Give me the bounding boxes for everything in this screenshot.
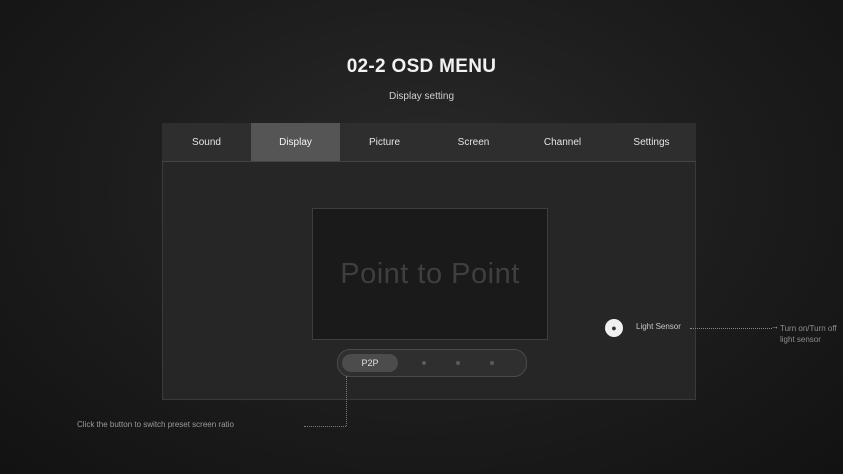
ratio-option-p2p[interactable]: P2P [342, 354, 398, 372]
light-sensor-toggle-icon[interactable]: ● [605, 319, 623, 337]
osd-subtitle: Display setting [388, 91, 455, 102]
ratio-option-dot[interactable] [490, 361, 494, 365]
light-sensor-annotation: Turn on/Turn off light sensor [780, 324, 837, 344]
tab-display[interactable]: Display [251, 123, 340, 161]
ratio-button-annotation: Click the button to switch preset screen… [77, 420, 234, 429]
ratio-option-dot[interactable] [456, 361, 460, 365]
ratio-option-dot[interactable] [422, 361, 426, 365]
osd-title: 02-2 OSD MENU [346, 56, 497, 77]
annotation-leader-line [690, 328, 772, 329]
tab-channel[interactable]: Channel [518, 123, 607, 161]
preview-label: Point to Point [340, 257, 520, 290]
tab-bar: Sound Display Picture Screen Channel Set… [162, 123, 696, 162]
tab-picture[interactable]: Picture [340, 123, 429, 161]
light-sensor-label: Light Sensor [636, 322, 681, 331]
annotation-arrow-icon: → [771, 322, 779, 331]
tab-sound[interactable]: Sound [162, 123, 251, 161]
screen-ratio-preview: Point to Point [312, 208, 548, 340]
annotation-leader-line [346, 376, 347, 426]
annotation-leader-line [304, 426, 346, 427]
screen-ratio-selector[interactable]: P2P [337, 349, 527, 377]
tab-settings[interactable]: Settings [607, 123, 696, 161]
tab-screen[interactable]: Screen [429, 123, 518, 161]
